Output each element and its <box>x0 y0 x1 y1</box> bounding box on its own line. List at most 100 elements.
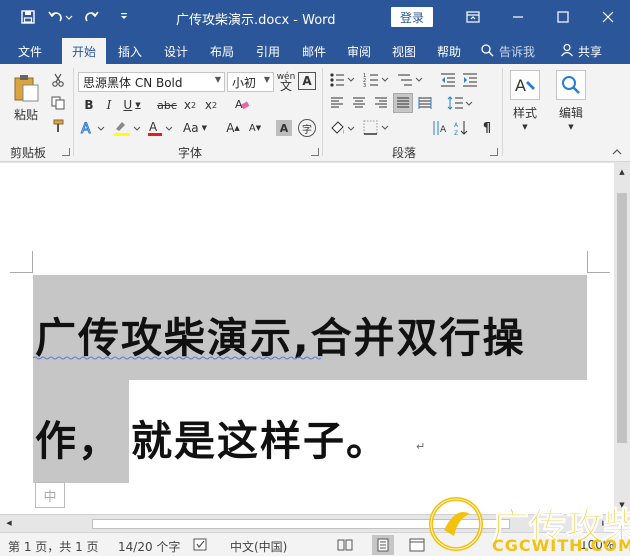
word-count[interactable]: 14/20 个字 <box>118 538 180 555</box>
justify-icon[interactable] <box>393 93 413 113</box>
print-layout-icon[interactable] <box>372 535 394 555</box>
share-button[interactable]: 共享 <box>560 38 602 64</box>
sort-icon[interactable]: AZ <box>452 118 470 138</box>
format-painter-icon[interactable] <box>48 116 68 136</box>
save-icon[interactable] <box>14 6 42 28</box>
lightbulb-icon <box>480 43 494 60</box>
bold-icon[interactable]: B <box>80 96 98 114</box>
paste-label[interactable]: 粘贴 <box>10 106 42 122</box>
cut-icon[interactable] <box>48 70 68 90</box>
highlight-color-icon[interactable] <box>112 118 142 138</box>
bullets-icon[interactable] <box>328 70 358 90</box>
svg-text:A: A <box>440 125 447 135</box>
line-spacing-icon[interactable] <box>446 94 474 112</box>
login-button[interactable]: 登录 <box>391 7 433 27</box>
tab-insert[interactable]: 插入 <box>110 38 150 64</box>
minimize-icon[interactable] <box>495 0 540 34</box>
clear-formatting-icon[interactable]: A <box>232 94 252 114</box>
change-case-icon[interactable]: Aa ▼ <box>180 118 210 138</box>
ribbon: 粘贴 剪贴板 思源黑体 CN Bold ▼ 小初 ▼ wén 文 A B I U… <box>0 64 630 162</box>
decrease-indent-icon[interactable] <box>438 70 458 90</box>
increase-indent-icon[interactable] <box>460 70 480 90</box>
tell-me-box[interactable]: 告诉我 <box>480 38 535 64</box>
page-count[interactable]: 第 1 页，共 1 页 <box>8 538 99 555</box>
tab-file[interactable]: 文件 <box>6 38 54 64</box>
tab-design[interactable]: 设计 <box>156 38 196 64</box>
distributed-icon[interactable] <box>416 94 434 112</box>
font-color-icon[interactable]: A <box>146 118 176 138</box>
vertical-scroll-thumb[interactable] <box>617 193 627 443</box>
font-size-value: 小初 <box>232 75 257 90</box>
language[interactable]: 中文(中国) <box>230 538 287 555</box>
editing-label[interactable]: 编辑 <box>554 104 588 120</box>
italic-icon[interactable]: I <box>100 96 118 114</box>
enclose-characters-icon[interactable]: 字 <box>298 119 316 137</box>
text-effects-icon[interactable]: A <box>80 118 106 138</box>
shading-icon[interactable] <box>328 118 358 138</box>
copy-icon[interactable] <box>48 93 68 113</box>
tab-view[interactable]: 视图 <box>384 38 424 64</box>
document-area[interactable]: 广传攻柴演示,合并双行操 作， 就是这样子。 ↵ 中 <box>0 163 614 514</box>
close-icon[interactable] <box>585 0 630 34</box>
tab-references[interactable]: 引用 <box>248 38 288 64</box>
grow-font-icon[interactable]: A ▲ <box>224 118 242 138</box>
collapse-ribbon-icon[interactable] <box>610 146 624 158</box>
separator <box>73 68 74 156</box>
scroll-left-icon[interactable]: ◀ <box>4 518 14 528</box>
multilevel-list-icon[interactable] <box>396 70 426 90</box>
character-shading-icon[interactable]: A <box>276 120 292 136</box>
font-size-combo[interactable]: 小初 ▼ <box>227 72 274 92</box>
redo-icon[interactable] <box>78 6 106 28</box>
tab-home[interactable]: 开始 <box>62 38 106 64</box>
chevron-down-icon[interactable]: ▼ <box>560 122 582 132</box>
clipboard-launcher-icon[interactable] <box>62 148 70 156</box>
proofing-icon[interactable] <box>192 537 210 553</box>
separator <box>322 68 323 156</box>
font-launcher-icon[interactable] <box>311 148 319 156</box>
web-layout-icon[interactable] <box>408 537 426 553</box>
align-center-icon[interactable] <box>350 94 368 112</box>
window-title: 广传攻柴演示.docx - Word <box>176 13 336 28</box>
paragraph-launcher-icon[interactable] <box>490 148 498 156</box>
document-line-2-selected[interactable]: 作， <box>35 407 121 467</box>
undo-icon[interactable] <box>46 6 74 28</box>
watermark-logo-icon <box>429 497 483 551</box>
tab-layout[interactable]: 布局 <box>202 38 242 64</box>
clipboard-group-label: 剪贴板 <box>10 146 47 160</box>
asian-layout-icon[interactable]: A <box>430 118 448 138</box>
page[interactable]: 广传攻柴演示,合并双行操 作， 就是这样子。 ↵ 中 <box>0 163 614 514</box>
shrink-font-icon[interactable]: A ▼ <box>246 118 264 138</box>
document-line-1[interactable]: 广传攻柴演示,合并双行操 <box>35 304 526 364</box>
paste-icon[interactable] <box>10 72 42 104</box>
chevron-down-icon[interactable]: ▼ <box>514 122 536 132</box>
document-line-2-rest[interactable]: 就是这样子。 <box>131 407 389 467</box>
ime-indicator[interactable]: 中 <box>35 482 65 508</box>
show-paragraph-marks-icon[interactable]: ¶ <box>478 118 496 138</box>
strikethrough-icon[interactable]: abc <box>156 96 178 114</box>
ribbon-display-options-icon[interactable] <box>450 0 495 34</box>
character-border-icon[interactable]: A <box>298 72 316 90</box>
underline-icon[interactable]: U ▼ <box>119 96 145 114</box>
maximize-icon[interactable] <box>540 0 585 34</box>
phonetic-guide-char: 文 <box>279 79 292 93</box>
editing-button[interactable] <box>556 70 586 100</box>
borders-icon[interactable] <box>362 118 392 138</box>
numbering-icon[interactable]: 123 <box>362 70 392 90</box>
subscript-icon[interactable]: x2 <box>181 96 199 114</box>
scroll-up-icon[interactable]: ▲ <box>617 167 627 177</box>
styles-button[interactable]: A <box>510 70 540 100</box>
read-mode-icon[interactable] <box>336 537 354 553</box>
align-right-icon[interactable] <box>372 94 390 112</box>
tab-review[interactable]: 审阅 <box>339 38 379 64</box>
align-left-icon[interactable] <box>328 94 346 112</box>
tab-mailings[interactable]: 邮件 <box>294 38 334 64</box>
superscript-icon[interactable]: x2 <box>202 96 220 114</box>
font-name-combo[interactable]: 思源黑体 CN Bold ▼ <box>78 72 225 92</box>
styles-label[interactable]: 样式 <box>508 104 542 120</box>
tab-help[interactable]: 帮助 <box>429 38 469 64</box>
phonetic-guide-icon[interactable]: wén 文 <box>276 70 296 94</box>
spelling-squiggle <box>33 356 321 360</box>
paragraph-group-label: 段落 <box>392 146 417 160</box>
vertical-scrollbar[interactable]: ▲ ▼ <box>614 163 630 514</box>
customize-qat-icon[interactable] <box>110 6 138 28</box>
